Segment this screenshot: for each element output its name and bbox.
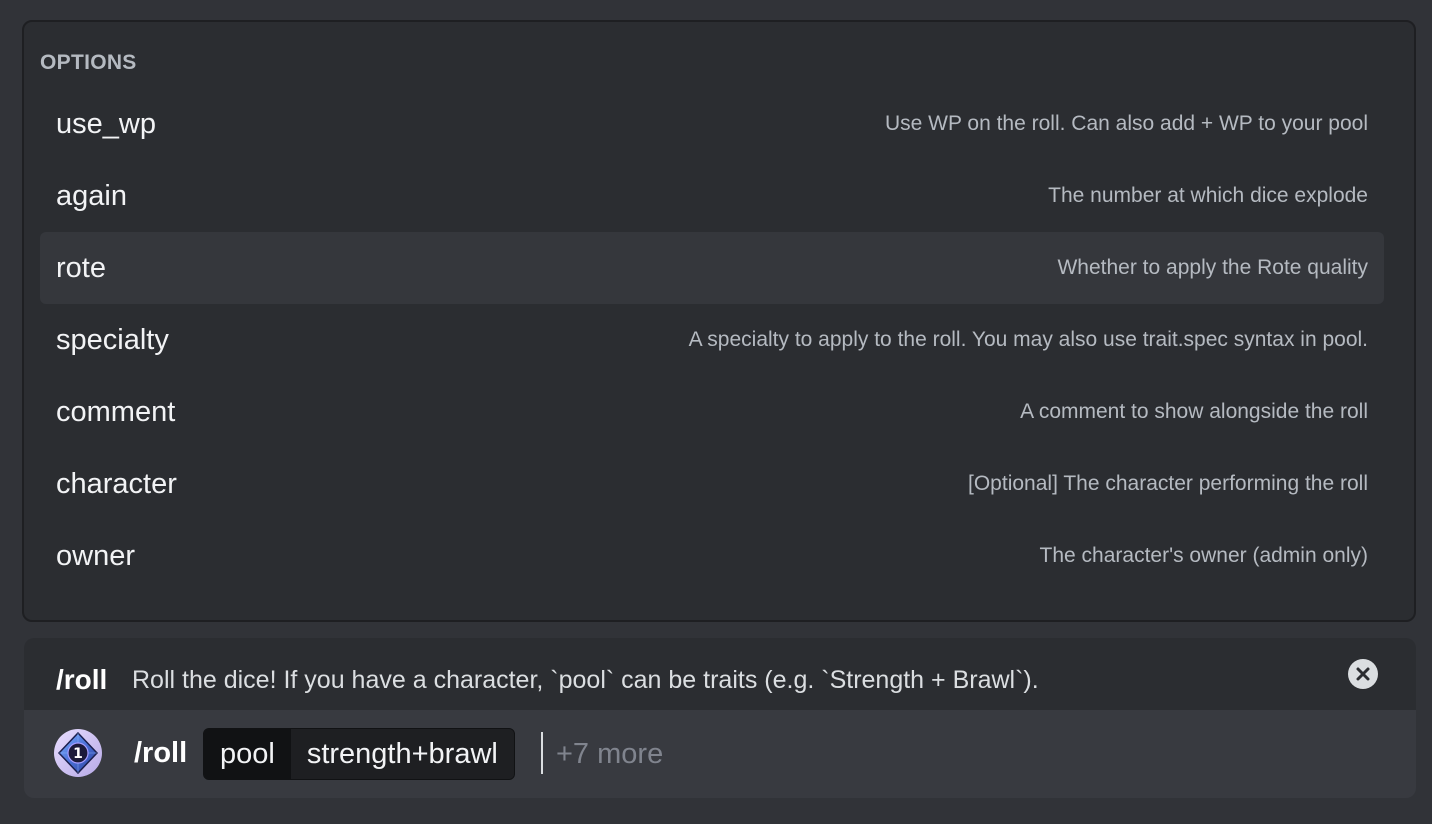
- option-character[interactable]: character [Optional] The character perfo…: [40, 448, 1384, 520]
- command-name: /roll: [56, 664, 108, 695]
- avatar-digit: 1: [73, 746, 83, 762]
- option-list: use_wp Use WP on the roll. Can also add …: [40, 88, 1384, 592]
- option-comment[interactable]: comment A comment to show alongside the …: [40, 376, 1384, 448]
- option-description: A specialty to apply to the roll. You ma…: [688, 328, 1368, 351]
- close-icon: [1356, 667, 1370, 681]
- option-description: [Optional] The character performing the …: [968, 472, 1368, 495]
- option-description: Whether to apply the Rote quality: [1057, 256, 1368, 279]
- option-name: character: [56, 467, 177, 500]
- options-panel: OPTIONS use_wp Use WP on the roll. Can a…: [22, 20, 1416, 622]
- option-owner[interactable]: owner The character's owner (admin only): [40, 520, 1384, 592]
- close-button[interactable]: [1348, 659, 1378, 689]
- command-header: /roll Roll the dice! If you have a chara…: [24, 638, 1416, 710]
- option-description: The number at which dice explode: [1048, 184, 1368, 207]
- option-description: Use WP on the roll. Can also add + WP to…: [884, 112, 1368, 135]
- option-name: specialty: [56, 323, 169, 356]
- text-caret: [541, 732, 543, 774]
- option-name: use_wp: [56, 107, 156, 140]
- option-again[interactable]: again The number at which dice explode: [40, 160, 1384, 232]
- option-name: owner: [56, 539, 135, 572]
- input-command: /roll: [134, 737, 188, 769]
- more-options-hint[interactable]: +7 more: [556, 738, 663, 771]
- option-use-wp[interactable]: use_wp Use WP on the roll. Can also add …: [40, 88, 1384, 160]
- options-heading: OPTIONS: [40, 51, 137, 74]
- param-name: pool: [204, 729, 291, 779]
- d10-die-icon: 1: [54, 729, 102, 777]
- app-avatar: 1: [53, 728, 103, 778]
- option-description: The character's owner (admin only): [1039, 544, 1368, 567]
- option-name: rote: [56, 251, 106, 284]
- option-description: A comment to show alongside the roll: [1020, 400, 1368, 423]
- command-description: Roll the dice! If you have a character, …: [132, 666, 1039, 694]
- param-chip[interactable]: pool strength+brawl: [203, 728, 515, 780]
- command-input-row[interactable]: 1 /roll pool strength+brawl +7 more: [24, 710, 1416, 798]
- command-bar: /roll Roll the dice! If you have a chara…: [24, 638, 1416, 798]
- option-rote[interactable]: rote Whether to apply the Rote quality: [40, 232, 1384, 304]
- option-specialty[interactable]: specialty A specialty to apply to the ro…: [40, 304, 1384, 376]
- param-value[interactable]: strength+brawl: [290, 729, 514, 779]
- option-name: again: [56, 179, 127, 212]
- option-name: comment: [56, 395, 176, 428]
